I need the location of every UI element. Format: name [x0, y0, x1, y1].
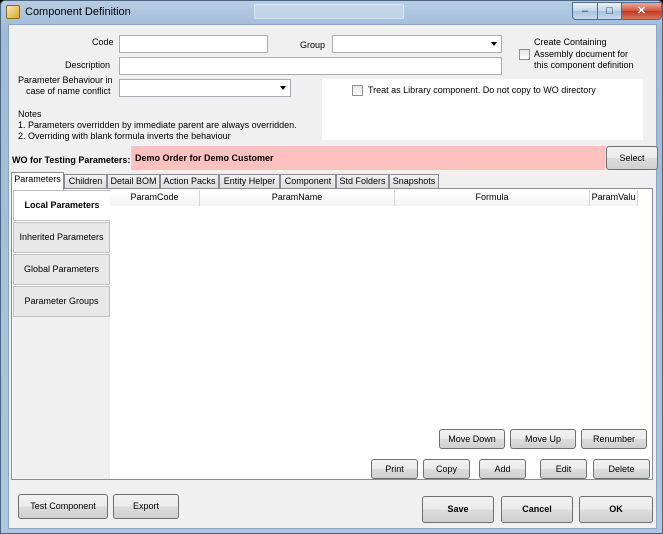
export-button[interactable]: Export [113, 494, 179, 519]
col-header-paramcode[interactable]: ParamCode [110, 190, 200, 206]
wo-field: Demo Order for Demo Customer [131, 146, 605, 170]
cancel-button[interactable]: Cancel [501, 496, 573, 523]
description-input[interactable] [119, 57, 502, 75]
tab-std-folders[interactable]: Std Folders [336, 174, 389, 189]
tab-detail-bom[interactable]: Detail BOM [107, 174, 160, 189]
background-search-field [254, 4, 404, 19]
title-bar[interactable]: Component Definition – □ ✕ [1, 1, 662, 23]
notes-block: Notes 1. Parameters overridden by immedi… [18, 109, 328, 142]
component-definition-window: Component Definition – □ ✕ Code Group Cr… [0, 0, 663, 534]
notes-line-1: 1. Parameters overridden by immediate pa… [18, 120, 297, 130]
side-tab-parameter-groups[interactable]: Parameter Groups [13, 286, 110, 317]
copy-button[interactable]: Copy [423, 459, 470, 479]
tab-entity-helper[interactable]: Entity Helper [219, 174, 280, 189]
col-header-paramvalue[interactable]: ParamValu [590, 190, 638, 206]
dialog-client-area: Code Group Create Containing Assembly do… [8, 24, 658, 529]
move-up-button[interactable]: Move Up [510, 429, 576, 449]
code-label: Code [92, 37, 114, 47]
group-dropdown[interactable] [332, 35, 502, 53]
col-header-formula[interactable]: Formula [395, 190, 590, 206]
tab-parameters[interactable]: Parameters [11, 172, 64, 190]
delete-button[interactable]: Delete [593, 459, 650, 479]
save-button[interactable]: Save [422, 496, 494, 523]
param-behaviour-label-line2: case of name conflict [26, 86, 111, 96]
close-icon[interactable]: ✕ [621, 2, 662, 20]
parameters-grid[interactable]: ParamCode ParamName Formula ParamValu [110, 190, 638, 420]
test-component-button[interactable]: Test Component [18, 494, 108, 519]
parameters-tab-page: Local Parameters Inherited Parameters Gl… [11, 188, 653, 480]
col-header-paramname[interactable]: ParamName [200, 190, 395, 206]
wo-label: WO for Testing Parameters: [12, 155, 131, 165]
param-behaviour-label-line1: Parameter Behaviour in [18, 75, 113, 85]
param-behaviour-dropdown[interactable] [119, 79, 291, 97]
side-tab-global-parameters[interactable]: Global Parameters [13, 254, 110, 285]
wo-value: Demo Order for Demo Customer [135, 153, 274, 163]
chevron-down-icon [491, 42, 497, 46]
description-label: Description [65, 60, 111, 70]
add-button[interactable]: Add [479, 459, 526, 479]
library-label: Treat as Library component. Do not copy … [368, 85, 596, 95]
renumber-button[interactable]: Renumber [581, 429, 647, 449]
grid-header: ParamCode ParamName Formula ParamValu [110, 190, 638, 206]
tab-component[interactable]: Component [280, 174, 336, 189]
select-button[interactable]: Select [606, 146, 658, 170]
maximize-icon[interactable]: □ [597, 2, 622, 20]
create-containing-label-line2: Assembly document for [534, 49, 629, 59]
move-down-button[interactable]: Move Down [439, 429, 505, 449]
print-button[interactable]: Print [371, 459, 418, 479]
side-tab-local-parameters[interactable]: Local Parameters [13, 190, 110, 221]
app-icon [6, 5, 20, 19]
minimize-icon[interactable]: – [572, 2, 598, 20]
tab-snapshots[interactable]: Snapshots [389, 174, 439, 189]
create-containing-checkbox[interactable] [519, 49, 530, 60]
library-checkbox[interactable] [352, 85, 363, 96]
library-panel: Treat as Library component. Do not copy … [322, 79, 643, 140]
window-title: Component Definition [25, 6, 131, 18]
side-tab-inherited-parameters[interactable]: Inherited Parameters [13, 222, 110, 253]
group-label: Group [300, 40, 326, 50]
chevron-down-icon [280, 86, 286, 90]
ok-button[interactable]: OK [579, 496, 653, 523]
create-containing-label-line1: Create Containing [534, 37, 607, 47]
tab-children[interactable]: Children [64, 174, 107, 189]
notes-line-2: 2. Overriding with blank formula inverts… [18, 131, 231, 141]
notes-title: Notes [18, 109, 42, 119]
edit-button[interactable]: Edit [540, 459, 587, 479]
tab-action-packs[interactable]: Action Packs [160, 174, 219, 189]
code-input[interactable] [119, 35, 268, 53]
side-tab-filler [13, 317, 110, 479]
create-containing-label-line3: this component definition [534, 60, 634, 70]
